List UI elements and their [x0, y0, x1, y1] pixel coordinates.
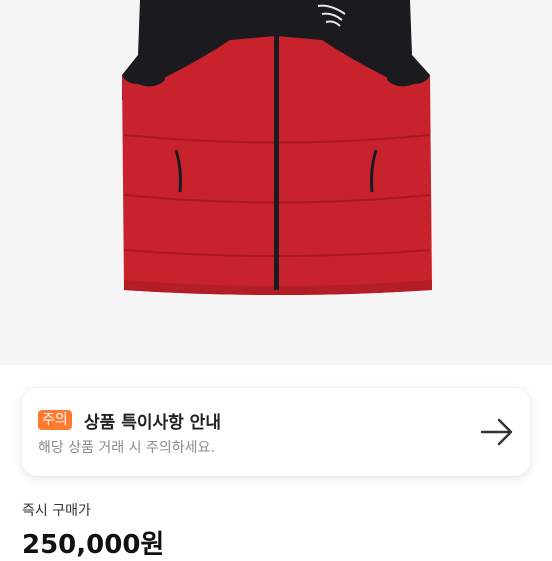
product-notice-card[interactable]: 주의 상품 특이사항 안내 해당 상품 거래 시 주의하세요. — [22, 388, 530, 476]
product-image[interactable] — [0, 0, 552, 365]
arrow-right-icon[interactable] — [480, 417, 514, 447]
price-label: 즉시 구매가 — [22, 503, 91, 519]
notice-subtitle: 해당 상품 거래 시 주의하세요. — [38, 440, 215, 456]
notice-title: 상품 특이사항 안내 — [84, 413, 221, 433]
caution-badge: 주의 — [38, 410, 72, 430]
price-value: 250,000원 — [22, 530, 165, 560]
puffer-vest-image — [122, 0, 432, 295]
